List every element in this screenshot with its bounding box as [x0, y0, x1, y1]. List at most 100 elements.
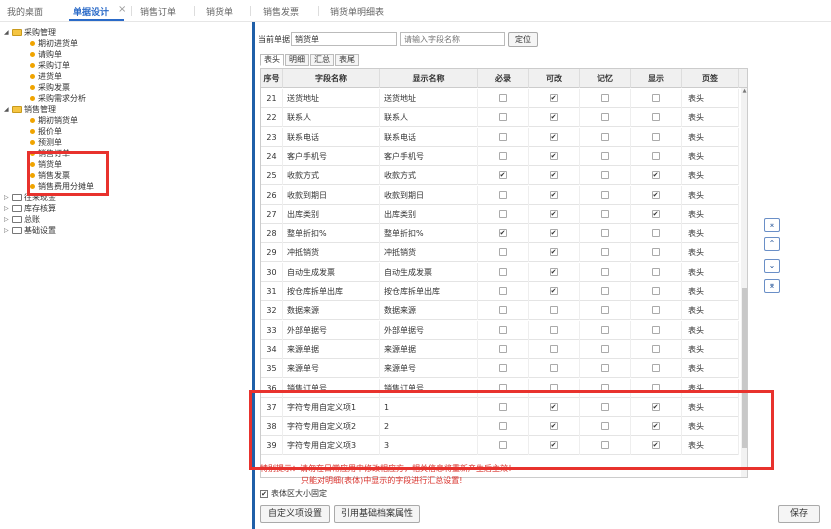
table-row[interactable]: 35 来源单号 来源单号 表头: [261, 359, 739, 379]
required-checkbox[interactable]: [498, 190, 507, 199]
memory-checkbox[interactable]: [600, 325, 609, 334]
ref-archive-button[interactable]: 引用基础档案属性: [334, 505, 420, 523]
memory-checkbox[interactable]: [600, 248, 609, 257]
required-checkbox[interactable]: [498, 113, 507, 122]
tree-item-sales-2[interactable]: 预测单: [30, 137, 62, 148]
table-row[interactable]: 33 外部单据号 外部单据号 表头: [261, 320, 739, 340]
scroll-up-icon[interactable]: ▲: [741, 88, 747, 96]
show-checkbox[interactable]: [651, 132, 660, 141]
subtab-header[interactable]: 表头: [260, 54, 284, 66]
table-row[interactable]: 28整单折扣%整单折扣%表头: [261, 224, 739, 244]
tree-item-purchase-2[interactable]: 采购订单: [30, 60, 70, 71]
cell-display[interactable]: 冲抵销货: [380, 243, 478, 263]
cell-tab[interactable]: 表头: [682, 166, 739, 186]
show-checkbox[interactable]: [651, 306, 660, 315]
cell-display[interactable]: 外部单据号: [380, 320, 478, 340]
tree-node-other-1[interactable]: ▷ 库存核算: [4, 203, 56, 214]
cell-display[interactable]: 自动生成发票: [380, 262, 478, 282]
table-row[interactable]: 34 来源单据 来源单据 表头: [261, 339, 739, 359]
editable-checkbox[interactable]: [549, 229, 558, 238]
subtab-summary[interactable]: 汇总: [310, 54, 334, 66]
cell-tab[interactable]: 表头: [682, 320, 739, 340]
memory-checkbox[interactable]: [600, 287, 609, 295]
cell-tab[interactable]: 表头: [682, 204, 739, 224]
cell-tab[interactable]: 表头: [682, 185, 739, 205]
editable-checkbox[interactable]: [549, 113, 558, 122]
required-checkbox[interactable]: [498, 171, 507, 180]
locate-button[interactable]: 定位: [508, 32, 538, 47]
required-checkbox[interactable]: [498, 306, 507, 315]
cell-tab[interactable]: 表头: [682, 224, 739, 244]
subtab-footer[interactable]: 表尾: [335, 54, 359, 66]
subtab-detail[interactable]: 明细: [285, 54, 309, 66]
table-row[interactable]: 21送货地址送货地址表头: [261, 89, 739, 108]
cell-tab[interactable]: 表头: [682, 127, 739, 147]
memory-checkbox[interactable]: [600, 364, 609, 373]
editable-checkbox[interactable]: [549, 190, 558, 199]
cell-tab[interactable]: 表头: [682, 89, 739, 108]
cell-display[interactable]: 联系电话: [380, 127, 478, 147]
show-checkbox[interactable]: [651, 171, 660, 180]
required-checkbox[interactable]: [498, 344, 507, 353]
cell-display[interactable]: 出库类别: [380, 204, 478, 224]
required-checkbox[interactable]: [498, 325, 507, 334]
chevron-right-icon[interactable]: ▷: [4, 194, 12, 201]
cell-display[interactable]: 按仓库拆单出库: [380, 282, 478, 301]
cell-display[interactable]: 来源单据: [380, 339, 478, 359]
required-checkbox[interactable]: [498, 287, 507, 295]
show-checkbox[interactable]: [651, 248, 660, 257]
memory-checkbox[interactable]: [600, 151, 609, 160]
editable-checkbox[interactable]: [549, 94, 558, 102]
memory-checkbox[interactable]: [600, 229, 609, 238]
cell-display[interactable]: 数据来源: [380, 301, 478, 321]
tree-item-purchase-0[interactable]: 期初进货单: [30, 38, 78, 49]
required-checkbox[interactable]: [498, 364, 507, 373]
tree-item-purchase-1[interactable]: 请购单: [30, 49, 62, 60]
required-checkbox[interactable]: [498, 151, 507, 160]
current-doc-field[interactable]: [291, 32, 397, 46]
show-checkbox[interactable]: [651, 364, 660, 373]
required-checkbox[interactable]: [498, 267, 507, 276]
cell-tab[interactable]: 表头: [682, 359, 739, 379]
tree-item-purchase-5[interactable]: 采购需求分析: [30, 93, 86, 104]
required-checkbox[interactable]: [498, 132, 507, 141]
show-checkbox[interactable]: [651, 344, 660, 353]
cell-tab[interactable]: 表头: [682, 301, 739, 321]
table-row[interactable]: 29冲抵销货冲抵销货表头: [261, 243, 739, 263]
cell-tab[interactable]: 表头: [682, 282, 739, 301]
tree-item-sales-0[interactable]: 期初销货单: [30, 115, 78, 126]
show-checkbox[interactable]: [651, 229, 660, 238]
memory-checkbox[interactable]: [600, 190, 609, 199]
memory-checkbox[interactable]: [600, 344, 609, 353]
editable-checkbox[interactable]: [549, 325, 558, 334]
chevron-right-icon[interactable]: ▷: [4, 227, 12, 234]
table-row[interactable]: 26收款到期日收款到期日表头: [261, 185, 739, 205]
tree-node-other-2[interactable]: ▷ 总账: [4, 214, 40, 225]
tree-node-other-3[interactable]: ▷ 基础设置: [4, 225, 56, 236]
tree-item-sales-1[interactable]: 报价单: [30, 126, 62, 137]
tab-sales-invoice[interactable]: 销售发票: [263, 5, 299, 18]
cell-tab[interactable]: 表头: [682, 243, 739, 263]
tab-doc-design[interactable]: 单据设计: [73, 5, 109, 18]
show-checkbox[interactable]: [651, 94, 660, 102]
table-row[interactable]: 22联系人联系人表头: [261, 108, 739, 128]
editable-checkbox[interactable]: [549, 151, 558, 160]
memory-checkbox[interactable]: [600, 209, 609, 218]
table-row[interactable]: 30自动生成发票自动生成发票表头: [261, 262, 739, 282]
memory-checkbox[interactable]: [600, 306, 609, 315]
show-checkbox[interactable]: [651, 267, 660, 276]
show-checkbox[interactable]: [651, 287, 660, 295]
table-row[interactable]: 27出库类别出库类别表头: [261, 204, 739, 224]
memory-checkbox[interactable]: [600, 132, 609, 141]
editable-checkbox[interactable]: [549, 306, 558, 315]
memory-checkbox[interactable]: [600, 94, 609, 102]
editable-checkbox[interactable]: [549, 171, 558, 180]
chevron-down-icon[interactable]: ◢: [4, 29, 12, 36]
show-checkbox[interactable]: [651, 325, 660, 334]
editable-checkbox[interactable]: [549, 287, 558, 295]
editable-checkbox[interactable]: [549, 209, 558, 218]
editable-checkbox[interactable]: [549, 132, 558, 141]
cell-tab[interactable]: 表头: [682, 146, 739, 166]
tree-node-sales[interactable]: ◢ 销售管理: [4, 104, 56, 115]
move-top-button[interactable]: ⌅: [764, 218, 780, 232]
